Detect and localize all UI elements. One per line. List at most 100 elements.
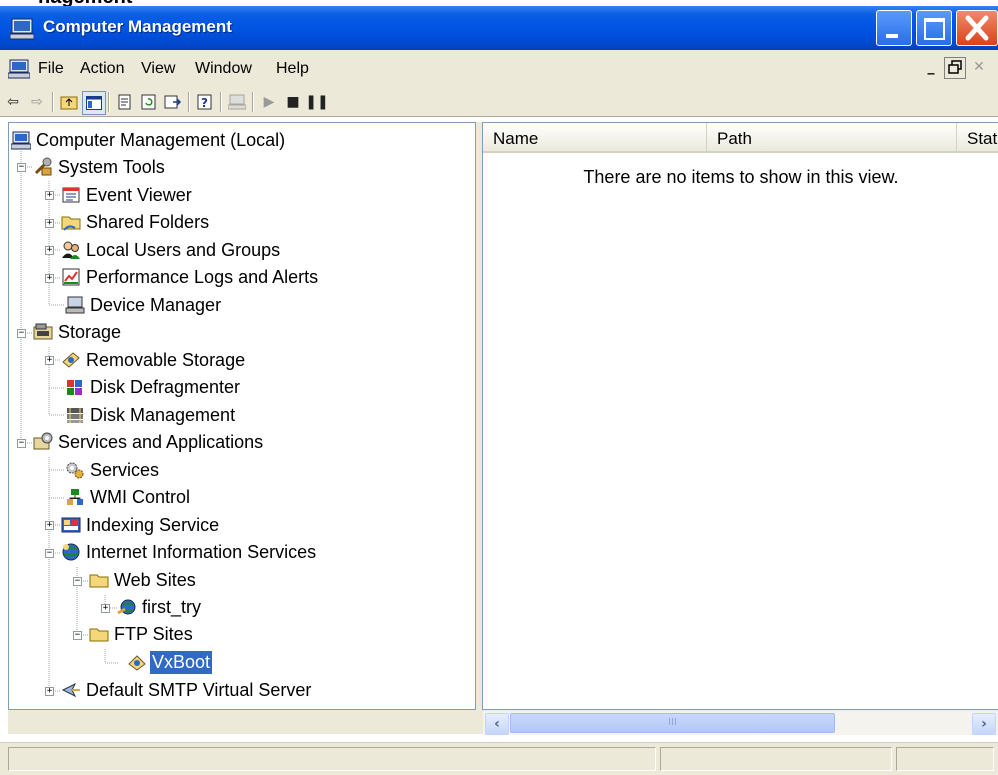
gears-icon	[66, 462, 84, 479]
app-menu-icon[interactable]	[8, 59, 30, 79]
collapse-iis[interactable]: −	[45, 549, 54, 558]
window-title: Computer Management	[43, 17, 232, 36]
mdi-minimize-button[interactable]: _	[920, 57, 942, 79]
column-header-name[interactable]: Name	[483, 123, 707, 153]
mdi-controls: _ ✕	[920, 57, 992, 79]
stop-icon: ■	[286, 94, 300, 110]
menu-file[interactable]: File	[38, 60, 64, 78]
tree-node-wmi[interactable]: WMI Control	[65, 484, 192, 510]
empty-list-message: There are no items to show in this view.	[583, 167, 899, 187]
tree-node-web-sites[interactable]: Web Sites	[89, 567, 198, 593]
tree-node-shared-folders[interactable]: Shared Folders	[61, 209, 211, 235]
collapse-web-sites[interactable]: −	[73, 577, 82, 586]
show-hide-tree-button[interactable]	[82, 91, 106, 115]
folder-icon	[89, 628, 109, 642]
mdi-close-button[interactable]: ✕	[968, 57, 990, 79]
indexing-icon	[61, 517, 81, 533]
back-button[interactable]: ⇦	[2, 91, 24, 113]
tree-node-disk-mgmt[interactable]: Disk Management	[65, 402, 237, 428]
svg-text:?: ?	[201, 96, 208, 110]
collapse-services-apps[interactable]: −	[17, 439, 26, 448]
expand-smtp[interactable]: +	[45, 687, 54, 696]
refresh-button[interactable]	[138, 91, 160, 113]
scroll-left-button[interactable]: ‹	[485, 713, 509, 735]
stop-service-button[interactable]: ■	[282, 91, 304, 113]
collapse-ftp-sites[interactable]: −	[73, 631, 82, 640]
expand-first-try[interactable]: +	[101, 604, 110, 613]
tree-node-vxboot[interactable]: VxBoot	[127, 649, 214, 675]
tree-node-ftp-sites[interactable]: FTP Sites	[89, 621, 195, 647]
column-header-status[interactable]: Stat	[957, 123, 998, 153]
results-list[interactable]: Name Path Stat There are no items to sho…	[482, 122, 998, 710]
tree-node-device-manager[interactable]: Device Manager	[65, 292, 223, 318]
console-tree[interactable]: − + + + + − + − + − − + − + Computer Man…	[8, 122, 476, 710]
tree-node-indexing[interactable]: Indexing Service	[61, 512, 221, 538]
horizontal-scrollbar[interactable]: ‹ III ›	[483, 710, 998, 735]
close-button[interactable]	[956, 10, 998, 46]
forward-button[interactable]: ⇨	[26, 91, 48, 113]
scroll-right-button[interactable]: ›	[972, 713, 996, 735]
website-globe-icon	[117, 599, 136, 615]
back-arrow-icon: ⇦	[7, 94, 19, 110]
toolbar: ⇦ ⇨ ? ▶ ■ ❚❚	[0, 88, 998, 117]
mdi-restore-button[interactable]	[944, 57, 966, 79]
up-level-button[interactable]	[58, 91, 80, 113]
menu-view[interactable]: View	[141, 60, 175, 78]
tree-node-removable-storage[interactable]: Removable Storage	[61, 347, 247, 373]
expand-shared-folders[interactable]: +	[45, 219, 54, 228]
expand-event-viewer[interactable]: +	[45, 191, 54, 200]
tree-node-perf-logs[interactable]: Performance Logs and Alerts	[61, 264, 320, 290]
expand-local-users[interactable]: +	[45, 246, 54, 255]
refresh-icon	[141, 94, 156, 110]
console-tree-icon	[86, 96, 102, 110]
tree-node-event-viewer[interactable]: Event Viewer	[61, 182, 194, 208]
tree-node-storage[interactable]: Storage	[33, 319, 123, 345]
ftp-site-icon	[128, 655, 146, 671]
event-viewer-icon	[62, 187, 80, 203]
storage-icon	[33, 323, 53, 340]
expand-perf-logs[interactable]: +	[45, 274, 54, 283]
minimize-button[interactable]	[876, 10, 912, 46]
computer-icon	[228, 94, 246, 110]
title-bar[interactable]: Computer Management	[0, 6, 998, 50]
restore-icon	[948, 60, 962, 74]
iis-icon	[62, 543, 80, 561]
menu-window[interactable]: Window	[195, 60, 252, 78]
shared-folder-icon	[61, 216, 81, 231]
properties-icon	[118, 94, 131, 110]
scroll-thumb[interactable]: III	[510, 713, 835, 733]
menu-help[interactable]: Help	[276, 60, 309, 78]
chevron-left-icon: ‹	[494, 716, 500, 732]
expand-indexing[interactable]: +	[45, 521, 54, 530]
tree-node-system-tools[interactable]: System Tools	[33, 154, 167, 180]
column-header-path[interactable]: Path	[707, 123, 957, 153]
disk-management-icon	[67, 408, 83, 423]
properties-button[interactable]	[114, 91, 136, 113]
help-button[interactable]: ?	[194, 91, 216, 113]
connect-button[interactable]	[226, 91, 248, 113]
tree-node-services[interactable]: Services	[65, 457, 161, 483]
expand-removable-storage[interactable]: +	[45, 356, 54, 365]
close-icon	[965, 15, 989, 41]
tree-node-first-try[interactable]: first_try	[117, 594, 203, 620]
tree-node-local-users[interactable]: Local Users and Groups	[61, 237, 282, 263]
tree-node-services-apps[interactable]: Services and Applications	[33, 429, 265, 455]
tree-node-iis[interactable]: Internet Information Services	[61, 539, 318, 565]
defragmenter-icon	[67, 380, 82, 395]
menu-action[interactable]: Action	[80, 60, 124, 78]
services-applications-icon	[33, 432, 53, 450]
wmi-icon	[67, 489, 83, 505]
maximize-button[interactable]	[916, 10, 952, 46]
export-list-button[interactable]	[162, 91, 184, 113]
collapse-storage[interactable]: −	[17, 329, 26, 338]
tools-icon	[34, 157, 52, 176]
start-service-button[interactable]: ▶	[258, 91, 280, 113]
export-icon	[164, 95, 182, 109]
collapse-system-tools[interactable]: −	[17, 163, 26, 172]
tree-node-computer-management[interactable]: Computer Management (Local)	[11, 127, 287, 153]
computer-icon	[11, 131, 31, 150]
pause-service-button[interactable]: ❚❚	[305, 91, 328, 113]
left-pane-bottom	[8, 710, 483, 734]
tree-node-smtp[interactable]: Default SMTP Virtual Server	[61, 677, 313, 703]
tree-node-disk-defrag[interactable]: Disk Defragmenter	[65, 374, 242, 400]
